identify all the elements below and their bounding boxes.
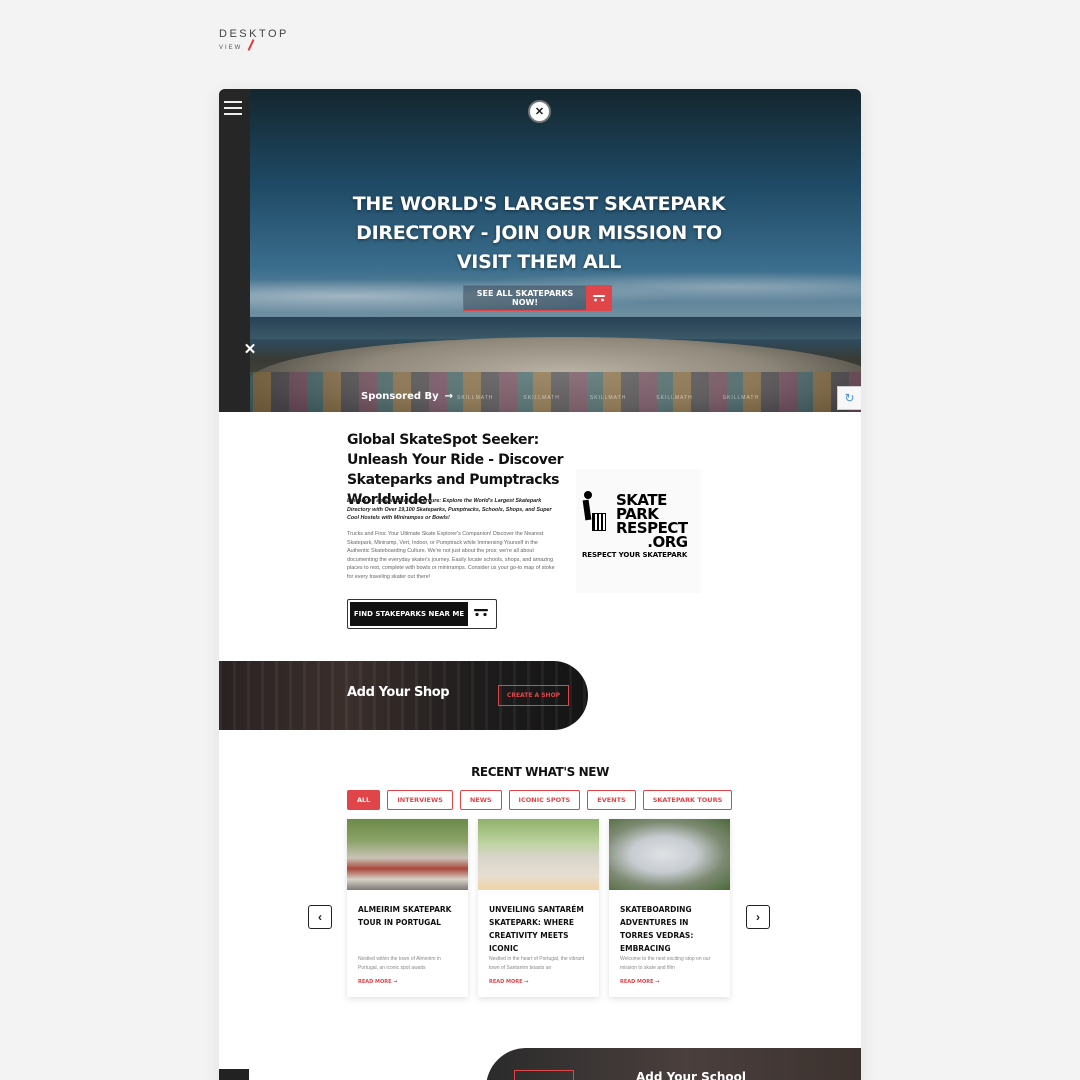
hero-graffiti xyxy=(219,372,861,412)
site-logo[interactable]: ✕ xyxy=(528,100,551,123)
read-more-link[interactable]: READ MORE → xyxy=(358,979,397,985)
brand-line: .ORG xyxy=(647,533,688,551)
news-card-title: SKATEBOARDING ADVENTURES IN TORRES VEDRA… xyxy=(620,905,694,953)
filter-news[interactable]: NEWS xyxy=(459,790,502,810)
filter-events[interactable]: EVENTS xyxy=(587,790,636,810)
create-shop-button[interactable]: CREATE A SHOP xyxy=(498,685,569,706)
filter-skatepark-tours[interactable]: SKATEPARK TOURS xyxy=(642,790,733,810)
sponsor-logo[interactable]: SKILLMATH xyxy=(723,395,759,401)
add-school-banner: Add Your School xyxy=(486,1048,861,1080)
news-card-excerpt: Nestled in the heart of Portugal, the vi… xyxy=(489,956,585,971)
side-nav: ✕ xyxy=(219,89,256,412)
sponsored-by: Sponsored By → xyxy=(361,391,453,402)
chevron-right-icon[interactable]: › xyxy=(746,905,770,929)
chevron-left-icon[interactable]: ‹ xyxy=(308,905,332,929)
intro-body: Trucks and Fins: Your Ultimate Skate Exp… xyxy=(347,531,555,580)
read-more-link[interactable]: READ MORE → xyxy=(620,979,659,985)
news-card-image xyxy=(478,819,599,890)
arrow-right-icon: → xyxy=(444,391,454,402)
news-card-image xyxy=(609,819,730,890)
hero-title: THE WORLD'S LARGEST SKATEPARK DIRECTORY … xyxy=(352,193,726,273)
footer-stub xyxy=(219,1069,249,1080)
desktop-frame: ✕ THE WORLD'S LARGEST SKATEPARK DIRECTOR… xyxy=(219,89,861,1080)
hero-section: ✕ THE WORLD'S LARGEST SKATEPARK DIRECTOR… xyxy=(219,89,861,412)
see-all-skateparks-label: SEE ALL SKATEPARKS NOW! xyxy=(476,289,574,307)
news-filters: ALL INTERVIEWS NEWS ICONIC SPOTS EVENTS … xyxy=(347,790,733,810)
view-label-subtitle: VIEW xyxy=(219,39,289,51)
news-section-title: RECENT WHAT'S NEW xyxy=(471,765,609,779)
respect-tagline: RESPECT YOUR SKATEPARK xyxy=(582,551,688,559)
news-card-excerpt: Nestled within the town of Almeirim in P… xyxy=(358,956,441,971)
close-icon[interactable]: ✕ xyxy=(243,342,257,357)
skatepark-respect-logo[interactable]: SKATE PARK RESPECT .ORG RESPECT YOUR SKA… xyxy=(576,469,701,593)
filter-iconic-spots[interactable]: ICONIC SPOTS xyxy=(508,790,581,810)
news-card-excerpt: Welcome to the next exciting stop on our… xyxy=(620,956,711,971)
read-more-link[interactable]: READ MORE → xyxy=(489,979,528,985)
trash-can-figure-icon xyxy=(582,491,606,539)
news-card[interactable]: SKATEBOARDING ADVENTURES IN TORRES VEDRA… xyxy=(609,819,730,997)
news-carousel: ALMEIRIM SKATEPARK TOUR IN PORTUGAL Nest… xyxy=(347,819,730,997)
news-card-title: UNVEILING SANTARÉM SKATEPARK: WHERE CREA… xyxy=(489,905,584,953)
slash-mark xyxy=(247,39,255,51)
add-school-button[interactable] xyxy=(514,1070,574,1080)
filter-interviews[interactable]: INTERVIEWS xyxy=(387,790,453,810)
sponsor-logo[interactable]: SKILLMATH xyxy=(523,395,559,401)
sponsor-logo[interactable]: SKILLMATH xyxy=(656,395,692,401)
sponsor-logo[interactable]: SKILLMATH xyxy=(590,395,626,401)
sponsored-by-label: Sponsored By xyxy=(361,391,439,402)
news-card[interactable]: ALMEIRIM SKATEPARK TOUR IN PORTUGAL Nest… xyxy=(347,819,468,997)
skateboard-icon xyxy=(468,608,494,620)
news-card-image xyxy=(347,819,468,890)
view-label: DESKTOP VIEW xyxy=(219,28,289,51)
filter-all[interactable]: ALL xyxy=(347,790,381,810)
skatepark-respect-brand: SKATE PARK RESPECT .ORG xyxy=(616,493,688,551)
view-label-title: DESKTOP xyxy=(219,28,289,40)
find-skateparks-label: FIND STAKEPARKS NEAR ME xyxy=(350,602,468,626)
view-label-subtitle-text: VIEW xyxy=(219,45,243,51)
news-card-title: ALMEIRIM SKATEPARK TOUR IN PORTUGAL xyxy=(358,905,452,927)
recaptcha-icon[interactable]: ↻ xyxy=(837,386,861,410)
see-all-skateparks-button[interactable]: SEE ALL SKATEPARKS NOW! xyxy=(463,285,612,311)
add-school-title: Add Your School xyxy=(636,1070,747,1080)
find-skateparks-button[interactable]: FIND STAKEPARKS NEAR ME xyxy=(347,599,497,629)
intro-lead: Embark on an Epic Skate Adventure: Explo… xyxy=(347,498,552,521)
hero-sea xyxy=(219,317,861,339)
skateboard-icon xyxy=(586,285,612,311)
menu-icon[interactable] xyxy=(224,101,242,115)
sponsor-logos: SKILLMATH SKILLMATH SKILLMATH SKILLMATH … xyxy=(457,395,759,401)
news-card[interactable]: UNVEILING SANTARÉM SKATEPARK: WHERE CREA… xyxy=(478,819,599,997)
sponsor-logo[interactable]: SKILLMATH xyxy=(457,395,493,401)
add-shop-banner: Add Your Shop CREATE A SHOP xyxy=(219,661,588,730)
add-shop-title: Add Your Shop xyxy=(347,685,450,700)
